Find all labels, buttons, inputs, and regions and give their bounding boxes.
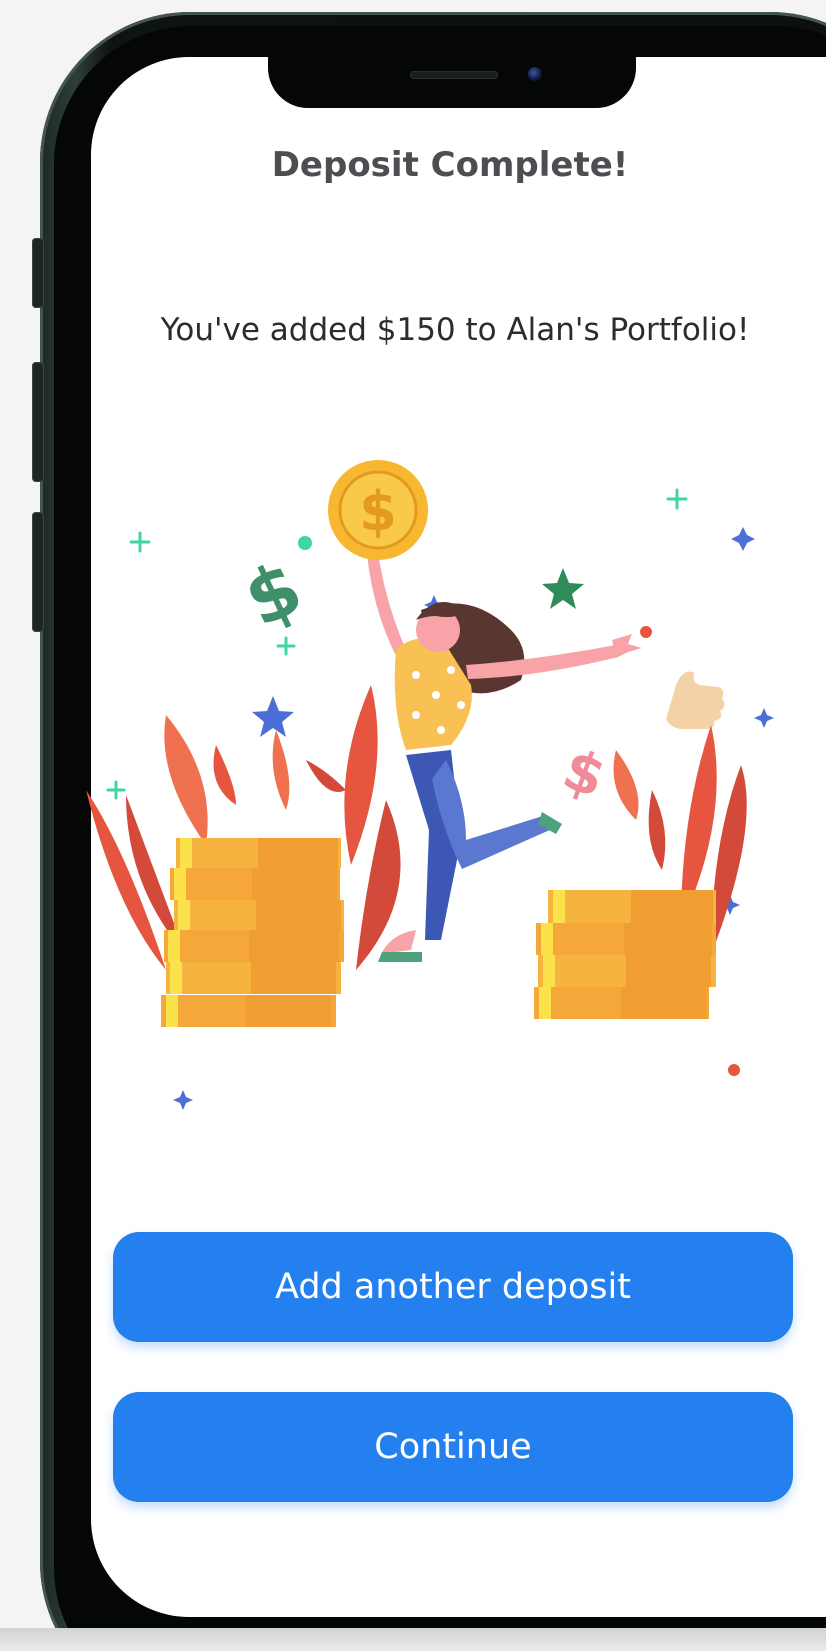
coin-dollar-symbol: $ <box>359 480 397 543</box>
notch <box>268 56 636 108</box>
device-mockup: Deposit Complete! You've added $150 to A… <box>0 0 826 1651</box>
mute-switch <box>32 238 44 308</box>
celebration-illustration: $ $ $ <box>86 460 774 1110</box>
deposit-confirmation-message: You've added $150 to Alan's Portfolio! <box>160 312 750 348</box>
add-another-deposit-button[interactable]: Add another deposit <box>113 1232 793 1342</box>
page-title: Deposit Complete! <box>271 145 629 185</box>
raised-coin: $ <box>328 460 428 560</box>
dollar-sign-pink: $ <box>555 737 614 811</box>
device-bottom-edge <box>0 1628 826 1651</box>
dollar-sign-green: $ <box>232 545 315 645</box>
coin-stack-left <box>161 838 344 1027</box>
volume-up-button <box>32 362 44 482</box>
coin-stack-right <box>534 890 716 1019</box>
earpiece-speaker <box>410 71 498 79</box>
volume-down-button <box>32 512 44 632</box>
continue-button[interactable]: Continue <box>113 1392 793 1502</box>
front-camera <box>528 67 542 81</box>
